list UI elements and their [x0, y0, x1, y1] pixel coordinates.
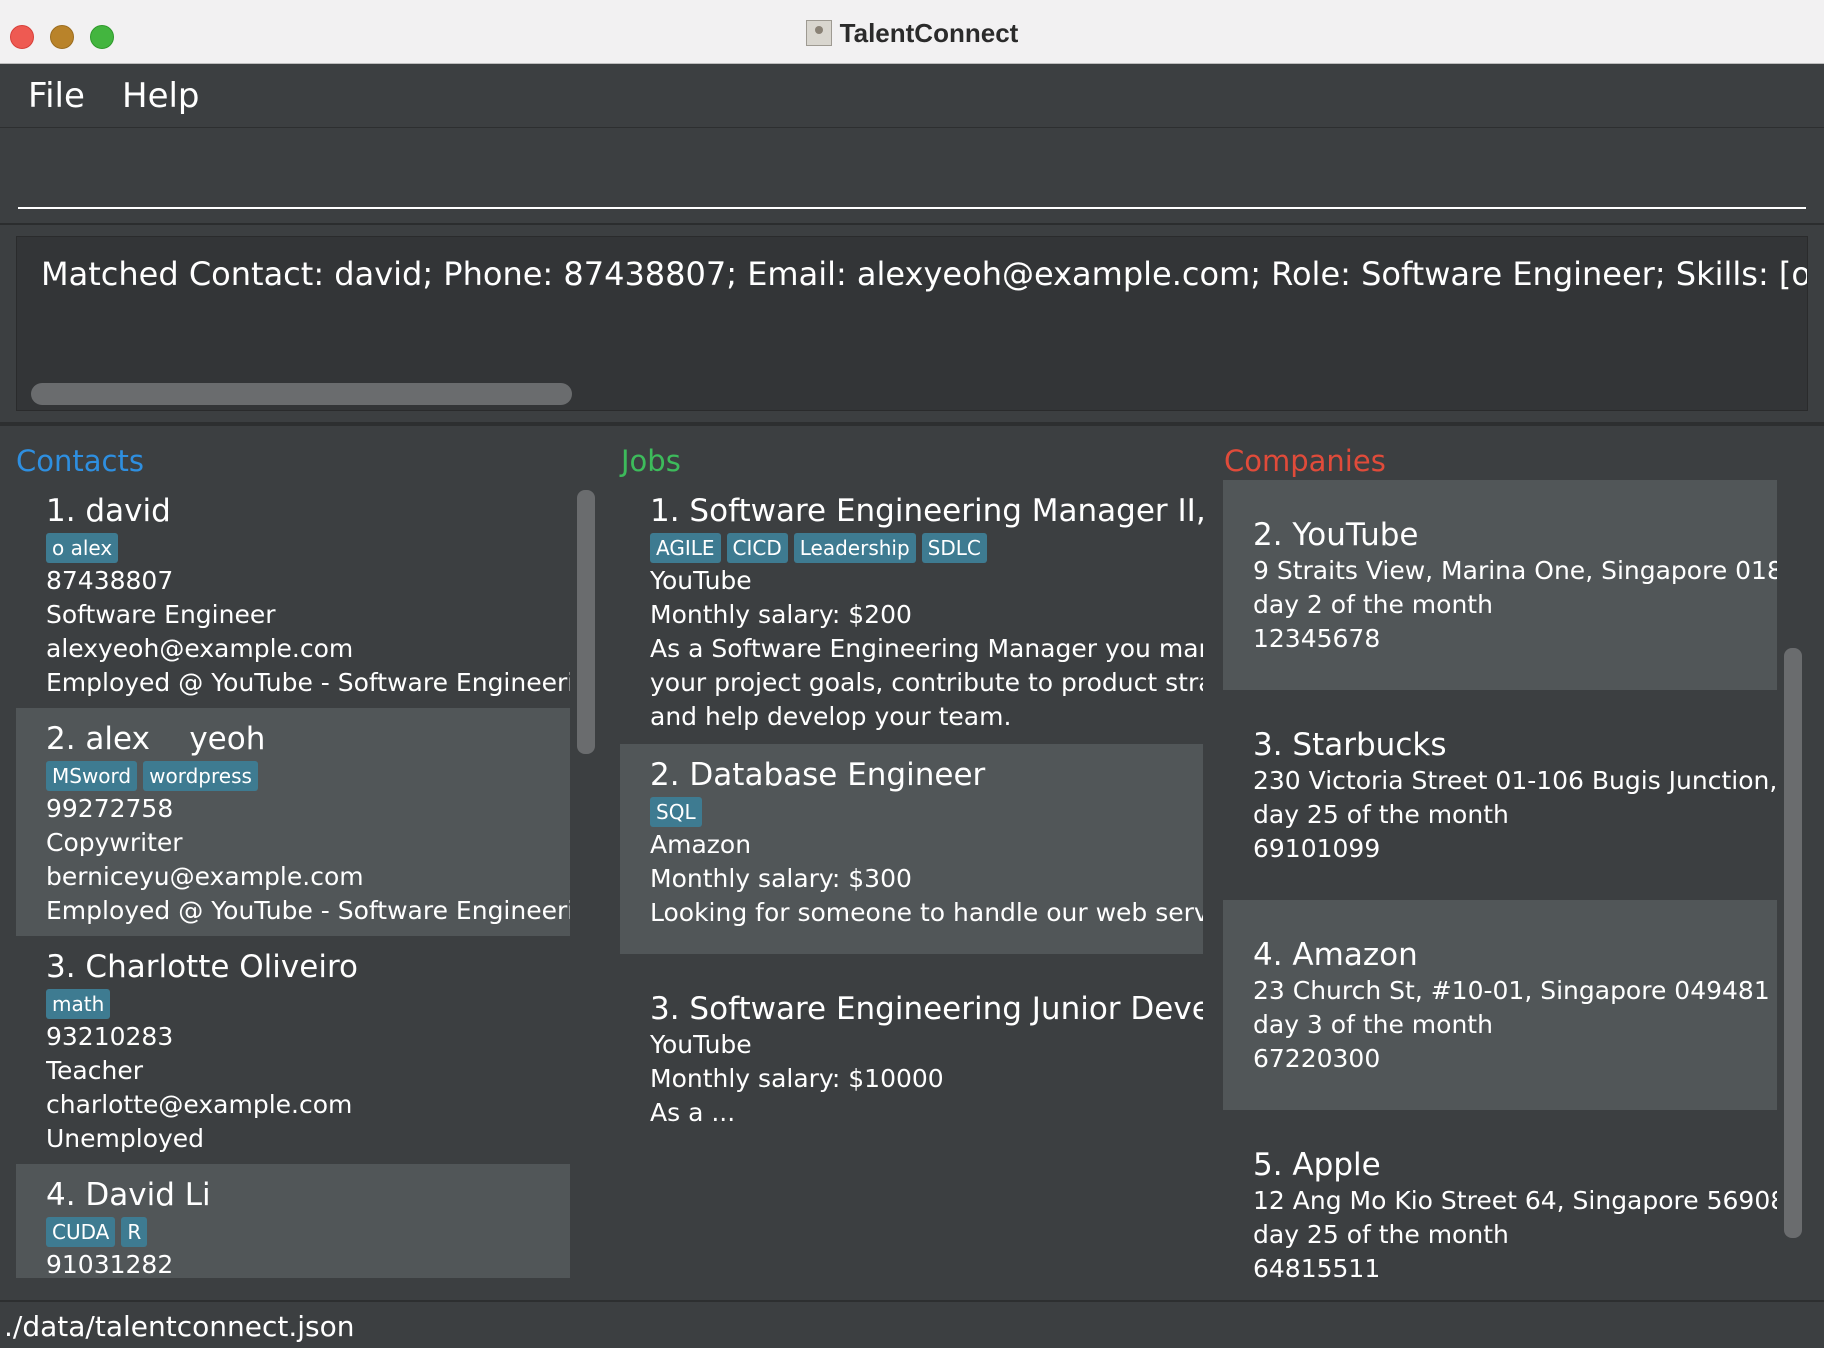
- company-phone: 67220300: [1253, 1044, 1381, 1073]
- skill-tag: math: [46, 989, 111, 1019]
- company-billing-day: day 25 of the month: [1253, 1220, 1509, 1249]
- company-name: 4. Amazon: [1253, 937, 1418, 973]
- result-horizontal-scrollbar[interactable]: [31, 383, 572, 405]
- company-name: 3. Starbucks: [1253, 727, 1447, 763]
- job-description-line: and help develop your team.: [650, 702, 1012, 731]
- company-billing-day: day 2 of the month: [1253, 590, 1493, 619]
- contact-email: charlotte@example.com: [46, 1090, 353, 1119]
- section-divider: [0, 422, 1824, 426]
- contacts-scrollbar[interactable]: [577, 490, 595, 754]
- company-name: 5. Apple: [1253, 1147, 1381, 1183]
- command-input[interactable]: [18, 139, 1806, 209]
- contact-card[interactable]: 4. David Li CUDA R 91031282: [16, 1164, 570, 1278]
- companies-heading: Companies: [1224, 444, 1386, 478]
- contact-phone: 87438807: [46, 566, 174, 595]
- contact-name: 1. david: [46, 493, 171, 529]
- company-card[interactable]: 2. YouTube 9 Straits View, Marina One, S…: [1223, 480, 1777, 690]
- contact-tags: CUDA R: [46, 1214, 570, 1248]
- contact-name: 2. alex yeoh: [46, 721, 266, 757]
- contact-tags: o alex: [46, 530, 570, 564]
- command-box: [0, 129, 1824, 225]
- company-phone: 64815511: [1253, 1254, 1381, 1278]
- job-tags: SQL: [650, 794, 1203, 828]
- job-description-line: As a ...: [650, 1098, 736, 1127]
- job-description-line: Looking for someone to handle our web se…: [650, 898, 1203, 927]
- contact-tags: math: [46, 986, 570, 1020]
- company-billing-day: day 3 of the month: [1253, 1010, 1493, 1039]
- menu-file[interactable]: File: [28, 76, 85, 116]
- contact-card[interactable]: 3. Charlotte Oliveiro math 93210283 Teac…: [16, 936, 570, 1164]
- job-card[interactable]: 3. Software Engineering Junior Develo...…: [620, 954, 1203, 1164]
- jobs-heading: Jobs: [621, 444, 681, 478]
- skill-tag: wordpress: [143, 761, 258, 791]
- contact-phone: 91031282: [46, 1250, 174, 1278]
- job-description-line: your project goals, contribute to produc…: [650, 668, 1203, 697]
- contact-status: Employed @ YouTube - Software Engineerin…: [46, 896, 570, 925]
- job-title: 2. Database Engineer: [650, 757, 986, 793]
- companies-list[interactable]: 2. YouTube 9 Straits View, Marina One, S…: [1223, 480, 1777, 1278]
- contact-card[interactable]: 1. david o alex 87438807 Software Engine…: [16, 480, 570, 708]
- contact-phone: 99272758: [46, 794, 174, 823]
- job-title: 1. Software Engineering Manager II, Yo..…: [650, 493, 1203, 529]
- jobs-list[interactable]: 1. Software Engineering Manager II, Yo..…: [620, 480, 1203, 1278]
- contact-status: Unemployed: [46, 1124, 205, 1153]
- contacts-heading: Contacts: [16, 444, 144, 478]
- contact-email: alexyeoh@example.com: [46, 634, 354, 663]
- contact-phone: 93210283: [46, 1022, 174, 1051]
- company-phone: 12345678: [1253, 624, 1381, 653]
- job-tag: AGILE: [650, 533, 721, 563]
- title-bar: TalentConnect: [0, 0, 1824, 64]
- company-address: 9 Straits View, Marina One, Singapore 01…: [1253, 556, 1777, 585]
- job-tag: Leadership: [793, 533, 916, 563]
- company-card[interactable]: 3. Starbucks 230 Victoria Street 01-106 …: [1223, 690, 1777, 900]
- contacts-list[interactable]: 1. david o alex 87438807 Software Engine…: [16, 480, 570, 1278]
- job-description-line: As a Software Engineering Manager you ma…: [650, 634, 1203, 663]
- contact-role: Copywriter: [46, 828, 183, 857]
- job-card[interactable]: 2. Database Engineer SQL Amazon Monthly …: [620, 744, 1203, 954]
- companies-scrollbar[interactable]: [1784, 648, 1802, 1238]
- job-salary: Monthly salary: $200: [650, 600, 912, 629]
- job-tag: SDLC: [921, 533, 987, 563]
- job-salary: Monthly salary: $300: [650, 864, 912, 893]
- company-name: 2. YouTube: [1253, 517, 1419, 553]
- job-title: 3. Software Engineering Junior Develo...: [650, 991, 1203, 1027]
- skill-tag: o alex: [46, 533, 119, 563]
- contact-status: Employed @ YouTube - Software Engineerin…: [46, 668, 570, 697]
- job-company: Amazon: [650, 830, 752, 859]
- job-tag: SQL: [650, 797, 702, 827]
- company-address: 23 Church St, #10-01, Singapore 049481: [1253, 976, 1770, 1005]
- company-billing-day: day 25 of the month: [1253, 800, 1509, 829]
- company-card[interactable]: 5. Apple 12 Ang Mo Kio Street 64, Singap…: [1223, 1110, 1777, 1278]
- job-company: YouTube: [650, 566, 752, 595]
- company-card[interactable]: 4. Amazon 23 Church St, #10-01, Singapor…: [1223, 900, 1777, 1110]
- skill-tag: CUDA: [46, 1217, 116, 1247]
- window-title: TalentConnect: [839, 18, 1019, 48]
- contact-card[interactable]: 2. alex yeoh MSword wordpress 99272758 Co…: [16, 708, 570, 936]
- job-card[interactable]: 1. Software Engineering Manager II, Yo..…: [620, 480, 1203, 744]
- result-text: Matched Contact: david; Phone: 87438807;…: [41, 255, 1808, 293]
- contact-tags: MSword wordpress: [46, 758, 570, 792]
- job-tag: CICD: [726, 533, 788, 563]
- contact-name: 4. David Li: [46, 1177, 211, 1213]
- company-address: 230 Victoria Street 01-106 Bugis Junctio…: [1253, 766, 1777, 795]
- job-tags: AGILE CICD Leadership SDLC: [650, 530, 1203, 564]
- person-badge-icon: [805, 20, 832, 46]
- company-phone: 69101099: [1253, 834, 1381, 863]
- company-address: 12 Ang Mo Kio Street 64, Singapore 56908…: [1253, 1186, 1777, 1215]
- job-salary: Monthly salary: $10000: [650, 1064, 944, 1093]
- contact-role: Software Engineer: [46, 600, 276, 629]
- skill-tag: R: [121, 1217, 148, 1247]
- status-bar: ./data/talentconnect.json: [0, 1300, 1824, 1348]
- data-file-path: ./data/talentconnect.json: [4, 1310, 355, 1343]
- menu-bar: File Help: [0, 64, 1824, 128]
- job-company: YouTube: [650, 1030, 752, 1059]
- result-display: Matched Contact: david; Phone: 87438807;…: [16, 236, 1808, 411]
- window-title-wrap: TalentConnect: [0, 18, 1824, 49]
- skill-tag: MSword: [46, 761, 138, 791]
- contact-name: 3. Charlotte Oliveiro: [46, 949, 358, 985]
- contact-email: berniceyu@example.com: [46, 862, 364, 891]
- menu-help[interactable]: Help: [122, 76, 200, 116]
- contact-role: Teacher: [46, 1056, 143, 1085]
